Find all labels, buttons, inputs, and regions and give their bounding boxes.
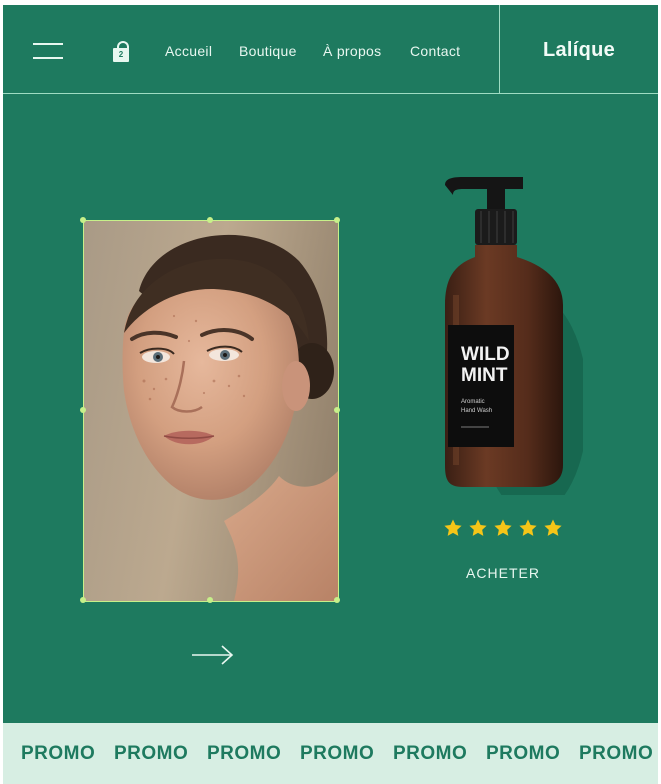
resize-handle-left[interactable]: [80, 407, 86, 413]
buy-button[interactable]: ACHETER: [448, 565, 558, 581]
label-line1: WILD: [461, 344, 510, 365]
resize-handle-top-right[interactable]: [334, 217, 340, 223]
label-line2: MINT: [461, 365, 508, 386]
promo-text: PROMO: [21, 743, 96, 764]
nav-link-boutique[interactable]: Boutique: [239, 43, 297, 63]
promo-text: PROMO: [486, 743, 561, 764]
promo-banner: PROMO PROMO PROMO PROMO PROMO PROMO PROM…: [3, 723, 658, 784]
nav-link-contact[interactable]: Contact: [410, 43, 460, 63]
product-bottle-image[interactable]: WILD MINT Aromatic Hand Wash: [423, 175, 588, 515]
resize-handle-top[interactable]: [207, 217, 213, 223]
resize-handle-bottom-left[interactable]: [80, 597, 86, 603]
nav-link-accueil[interactable]: Accueil: [165, 43, 212, 63]
nav-link-a-propos[interactable]: À propos: [323, 43, 381, 63]
promo-text: PROMO: [114, 743, 189, 764]
cart-count-badge: 2: [118, 50, 124, 59]
promo-text: PROMO: [300, 743, 375, 764]
product-rating: [443, 518, 568, 540]
resize-handle-bottom-right[interactable]: [334, 597, 340, 603]
resize-handle-right[interactable]: [334, 407, 340, 413]
label-sub1: Aromatic: [461, 399, 485, 405]
promo-text: PROMO: [393, 743, 468, 764]
portrait-illustration: [122, 234, 338, 601]
star-icon: [519, 519, 537, 536]
promo-text: PROMO: [207, 743, 282, 764]
brand-logo[interactable]: Lalíque: [500, 39, 658, 62]
star-icon: [544, 519, 562, 536]
bottle-illustration: WILD MINT Aromatic Hand Wash: [445, 177, 588, 515]
site-header: 2 Accueil Boutique À propos Contact Lalí…: [3, 5, 658, 94]
star-icon: [444, 519, 462, 536]
shopping-bag-icon[interactable]: 2: [113, 41, 131, 63]
promo-text: PROMO: [579, 743, 654, 764]
arrow-right-icon[interactable]: [190, 643, 236, 667]
hamburger-icon[interactable]: [33, 43, 63, 61]
star-icon: [494, 519, 512, 536]
resize-handle-bottom[interactable]: [207, 597, 213, 603]
model-portrait-image[interactable]: [83, 220, 339, 602]
page-canvas: 2 Accueil Boutique À propos Contact Lalí…: [3, 5, 658, 784]
label-sub2: Hand Wash: [461, 408, 492, 414]
resize-handle-top-left[interactable]: [80, 217, 86, 223]
star-icon: [469, 519, 487, 536]
